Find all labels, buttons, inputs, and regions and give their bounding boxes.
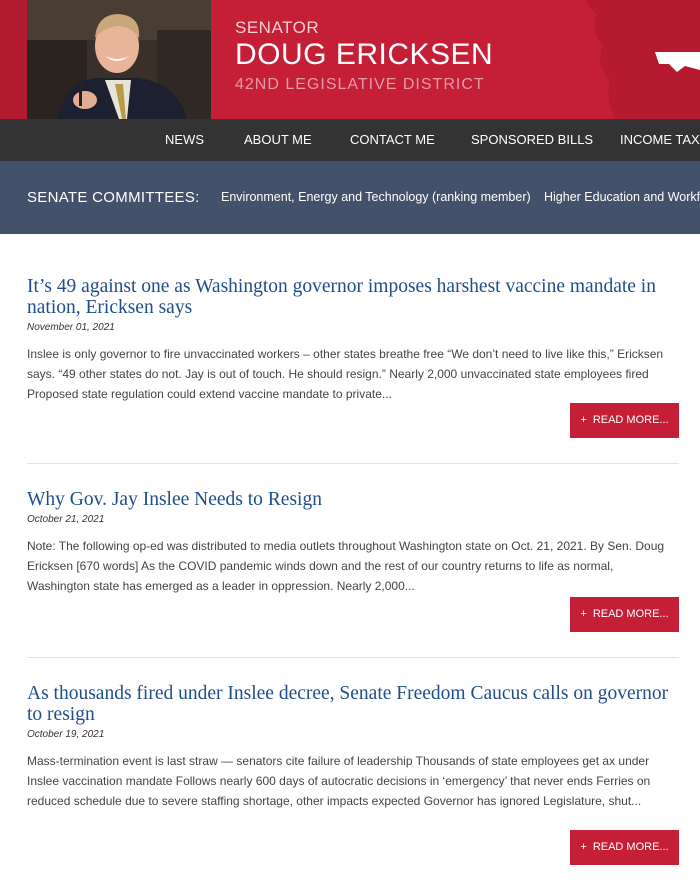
article-excerpt: Mass-termination event is last straw — s… bbox=[27, 754, 651, 808]
committees-label: SENATE COMMITTEES: bbox=[27, 189, 200, 206]
article-title[interactable]: Why Gov. Jay Inslee Needs to Resign bbox=[27, 489, 679, 510]
news-article: It’s 49 against one as Washington govern… bbox=[27, 276, 679, 404]
committees-bar: SENATE COMMITTEES: Environment, Energy a… bbox=[0, 161, 700, 234]
article-title[interactable]: As thousands fired under Inslee decree, … bbox=[27, 683, 679, 725]
main-nav: NEWS ABOUT ME CONTACT ME SPONSORED BILLS… bbox=[0, 119, 700, 161]
nav-contact-me[interactable]: CONTACT ME bbox=[350, 119, 435, 161]
article-divider bbox=[27, 463, 679, 464]
district-label: 42ND LEGISLATIVE DISTRICT bbox=[235, 76, 485, 93]
read-more-label: READ MORE... bbox=[592, 608, 669, 620]
header-accent bbox=[0, 0, 27, 119]
nav-news[interactable]: NEWS bbox=[165, 119, 204, 161]
brand-block: SENATOR DOUG ERICKSEN 42ND LEGISLATIVE D… bbox=[235, 18, 493, 97]
read-more-button[interactable]: + READ MORE... bbox=[570, 403, 679, 438]
news-article: Why Gov. Jay Inslee Needs to Resign Octo… bbox=[27, 489, 679, 596]
article-excerpt: Note: The following op-ed was distribute… bbox=[27, 539, 665, 593]
site-header: SENATOR DOUG ERICKSEN 42ND LEGISLATIVE D… bbox=[0, 0, 700, 119]
nav-income-tax[interactable]: INCOME TAX II bbox=[620, 119, 700, 161]
article-divider bbox=[27, 657, 679, 658]
plus-icon: + bbox=[580, 608, 587, 620]
senator-name: DOUG ERICKSEN bbox=[235, 38, 494, 71]
news-article: As thousands fired under Inslee decree, … bbox=[27, 683, 679, 811]
article-date: October 19, 2021 bbox=[27, 729, 105, 740]
washington-map-icon bbox=[585, 0, 700, 119]
article-date: November 01, 2021 bbox=[27, 322, 115, 333]
committee-environment-link[interactable]: Environment, Energy and Technology (rank… bbox=[221, 161, 531, 234]
article-date: October 21, 2021 bbox=[27, 514, 105, 525]
senator-label: SENATOR bbox=[235, 18, 320, 37]
plus-icon: + bbox=[580, 414, 587, 426]
read-more-button[interactable]: + READ MORE... bbox=[570, 830, 679, 865]
article-excerpt: Inslee is only governor to fire unvaccin… bbox=[27, 347, 664, 401]
article-title[interactable]: It’s 49 against one as Washington govern… bbox=[27, 276, 679, 318]
nav-about-me[interactable]: ABOUT ME bbox=[244, 119, 312, 161]
nav-sponsored-bills[interactable]: SPONSORED BILLS bbox=[471, 119, 593, 161]
committee-higher-education-link[interactable]: Higher Education and Workfo bbox=[544, 161, 700, 234]
read-more-button[interactable]: + READ MORE... bbox=[570, 597, 679, 632]
read-more-label: READ MORE... bbox=[592, 841, 669, 853]
read-more-label: READ MORE... bbox=[592, 414, 669, 426]
senator-photo bbox=[27, 0, 211, 119]
plus-icon: + bbox=[580, 841, 587, 853]
